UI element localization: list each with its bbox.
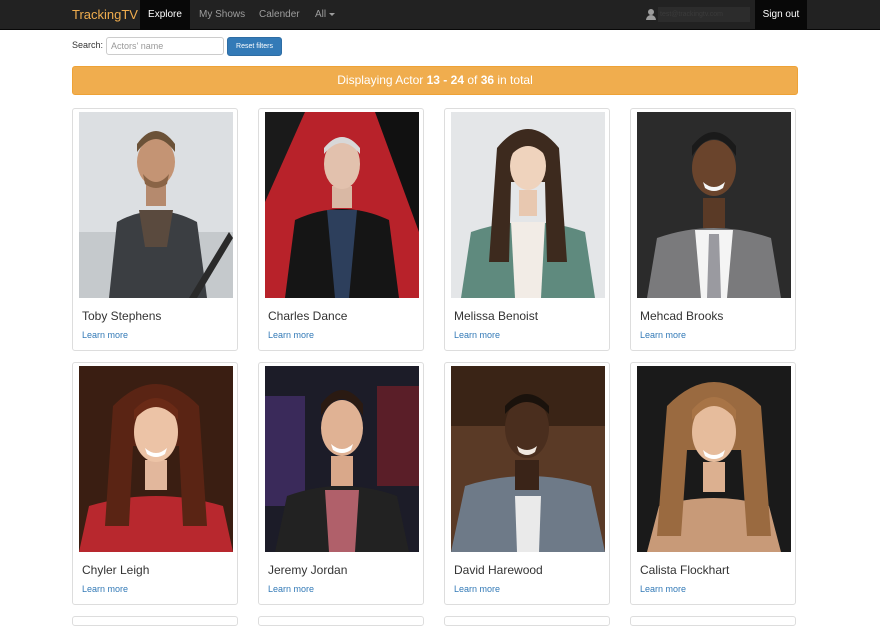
actor-name: Toby Stephens: [82, 309, 162, 323]
actor-card: Toby Stephens Learn more: [72, 108, 238, 351]
actor-card: Charles Dance Learn more: [258, 108, 424, 351]
nav-my-shows[interactable]: My Shows: [199, 0, 245, 30]
actor-card: Melissa Benoist Learn more: [444, 108, 610, 351]
learn-more-link[interactable]: Learn more: [82, 330, 128, 340]
actor-card: [72, 616, 238, 626]
actor-name: Calista Flockhart: [640, 563, 730, 577]
user-email[interactable]: test@trackingtv.com: [658, 7, 750, 22]
banner-total: 36: [480, 73, 495, 87]
actor-card: Chyler Leigh Learn more: [72, 362, 238, 605]
learn-more-link[interactable]: Learn more: [82, 584, 128, 594]
actor-card: Jeremy Jordan Learn more: [258, 362, 424, 605]
actor-photo[interactable]: [637, 112, 791, 298]
actor-photo[interactable]: [637, 366, 791, 552]
results-banner: Displaying Actor 13 - 24 of 36 in total: [72, 66, 798, 95]
actor-card: [630, 616, 796, 626]
actor-card: [258, 616, 424, 626]
navbar: TrackingTV Explore My Shows Calender All…: [0, 0, 880, 30]
learn-more-link[interactable]: Learn more: [268, 584, 314, 594]
banner-suffix: in total: [494, 73, 533, 87]
actor-name: Melissa Benoist: [454, 309, 539, 323]
banner-of: of: [464, 73, 481, 87]
reset-filters-button[interactable]: Reset filters: [227, 37, 282, 56]
learn-more-link[interactable]: Learn more: [268, 330, 314, 340]
actor-name: David Harewood: [454, 563, 543, 577]
learn-more-link[interactable]: Learn more: [640, 330, 686, 340]
brand-logo[interactable]: TrackingTV: [72, 0, 138, 30]
actor-photo[interactable]: [451, 366, 605, 552]
actor-name: Charles Dance: [268, 309, 348, 323]
search-input[interactable]: [106, 37, 224, 55]
learn-more-link[interactable]: Learn more: [640, 584, 686, 594]
actor-card: Mehcad Brooks Learn more: [630, 108, 796, 351]
actor-photo[interactable]: [79, 366, 233, 552]
learn-more-link[interactable]: Learn more: [454, 584, 500, 594]
actor-name: Chyler Leigh: [82, 563, 150, 577]
actor-photo[interactable]: [79, 112, 233, 298]
banner-range-sep: -: [439, 73, 451, 87]
actor-card: Calista Flockhart Learn more: [630, 362, 796, 605]
banner-prefix: Displaying Actor: [337, 73, 427, 87]
user-icon: [646, 9, 656, 20]
caret-down-icon: [329, 12, 336, 16]
nav-explore[interactable]: Explore: [140, 0, 190, 30]
actor-card: [444, 616, 610, 626]
actor-photo[interactable]: [451, 112, 605, 298]
learn-more-link[interactable]: Learn more: [454, 330, 500, 340]
sign-out-button[interactable]: Sign out: [755, 0, 807, 30]
nav-calender[interactable]: Calender: [259, 0, 300, 30]
actor-photo[interactable]: [265, 112, 419, 298]
nav-all-dropdown[interactable]: All: [315, 0, 336, 30]
nav-all-label: All: [315, 9, 327, 20]
search-label: Search:: [72, 40, 104, 50]
actor-name: Jeremy Jordan: [268, 563, 348, 577]
banner-range-end: 24: [450, 73, 464, 87]
actor-name: Mehcad Brooks: [640, 309, 724, 323]
actor-photo[interactable]: [265, 366, 419, 552]
actor-card: David Harewood Learn more: [444, 362, 610, 605]
banner-range-start: 13: [426, 73, 440, 87]
